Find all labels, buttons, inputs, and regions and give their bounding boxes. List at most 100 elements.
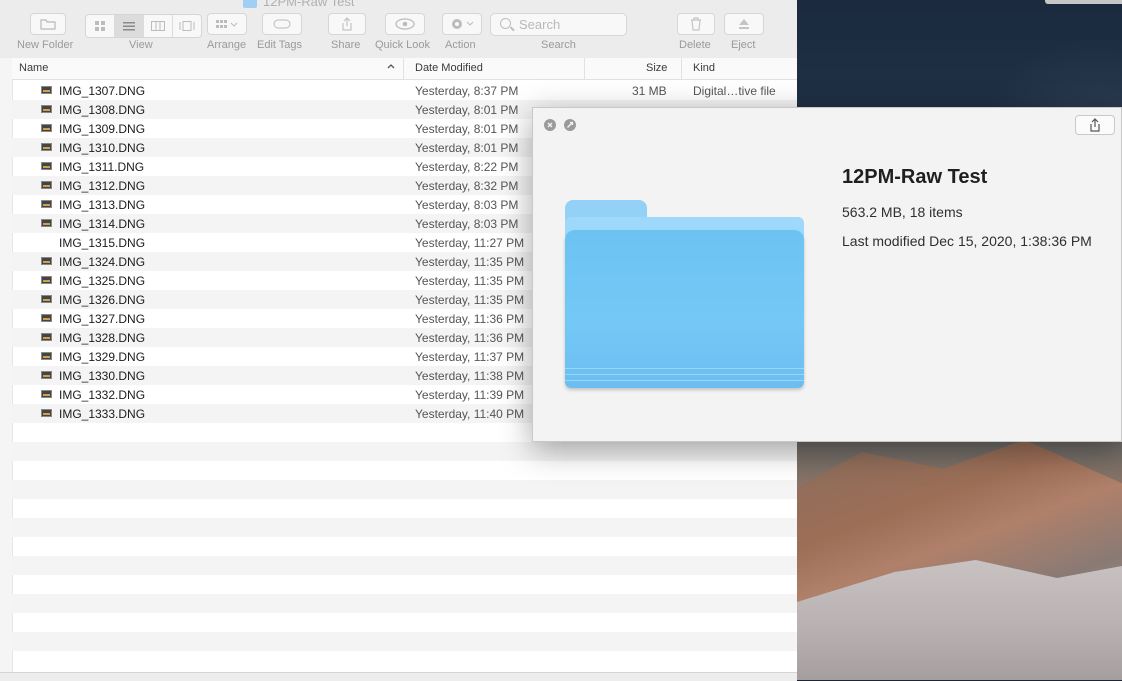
column-view-button[interactable]	[144, 15, 173, 37]
file-name: IMG_1310.DNG	[59, 141, 146, 155]
image-file-icon	[41, 390, 52, 398]
image-file-icon	[41, 181, 52, 189]
quick-look-panel: 12PM-Raw Test 563.2 MB, 18 items Last mo…	[532, 107, 1122, 442]
share-button[interactable]	[328, 13, 366, 35]
list-view-button[interactable]	[115, 15, 144, 37]
image-file-icon	[41, 352, 52, 360]
image-file-icon	[41, 295, 52, 303]
column-date-header[interactable]: Date Modified	[415, 62, 483, 74]
file-date: Yesterday, 11:35 PM	[415, 255, 525, 269]
column-header: Name Date Modified Size Kind	[12, 58, 797, 80]
column-divider[interactable]	[584, 58, 585, 79]
edit-tags-label: Edit Tags	[257, 39, 303, 51]
file-date: Yesterday, 11:36 PM	[415, 331, 525, 345]
window-title: 12PM-Raw Test	[243, 0, 355, 9]
file-date: Yesterday, 8:03 PM	[415, 217, 519, 231]
arrange-button[interactable]	[207, 13, 247, 35]
empty-row	[12, 480, 797, 499]
image-file-icon	[41, 124, 52, 132]
column-size-header[interactable]: Size	[646, 62, 667, 74]
column-view-icon	[151, 21, 165, 31]
quick-look-share-button[interactable]	[1075, 115, 1115, 135]
empty-row	[12, 594, 797, 613]
arrange-icon	[216, 20, 238, 28]
action-button[interactable]	[442, 13, 482, 35]
list-view-icon	[123, 22, 135, 31]
empty-row	[12, 613, 797, 632]
file-row[interactable]: IMG_1307.DNG Yesterday, 8:37 PM 31 MB Digit…	[12, 81, 797, 100]
folder-preview-front	[565, 230, 804, 388]
empty-row	[12, 556, 797, 575]
new-folder-button[interactable]	[30, 13, 66, 35]
new-folder-icon	[40, 19, 56, 30]
view-label: View	[129, 39, 153, 51]
share-icon	[1090, 118, 1100, 132]
image-file-icon	[41, 276, 52, 284]
file-date: Yesterday, 8:01 PM	[415, 103, 519, 117]
column-divider[interactable]	[681, 58, 682, 79]
quick-look-button[interactable]	[385, 13, 425, 35]
file-name: IMG_1332.DNG	[59, 388, 146, 402]
image-file-icon	[41, 333, 52, 341]
file-date: Yesterday, 11:35 PM	[415, 293, 525, 307]
file-name: IMG_1307.DNG	[59, 84, 146, 98]
share-icon	[342, 17, 352, 31]
empty-row	[12, 442, 797, 461]
file-date: Yesterday, 8:32 PM	[415, 179, 519, 193]
column-divider[interactable]	[403, 58, 404, 79]
eject-icon	[739, 19, 749, 29]
desktop-menu-edge	[1045, 0, 1122, 4]
window-title-text: 12PM-Raw Test	[263, 0, 355, 9]
file-date: Yesterday, 11:35 PM	[415, 274, 525, 288]
image-file-icon	[41, 314, 52, 322]
search-icon	[500, 18, 511, 29]
file-name: IMG_1314.DNG	[59, 217, 146, 231]
file-date: Yesterday, 8:01 PM	[415, 122, 519, 136]
arrange-label: Arrange	[207, 39, 247, 51]
gallery-view-button[interactable]	[173, 15, 201, 37]
new-folder-label: New Folder	[17, 39, 74, 51]
file-name: IMG_1333.DNG	[59, 407, 146, 421]
file-size: 31 MB	[632, 84, 667, 98]
search-label: Search	[541, 39, 576, 51]
file-date: Yesterday, 8:01 PM	[415, 141, 519, 155]
delete-button[interactable]	[677, 13, 715, 35]
edit-tags-button[interactable]	[262, 13, 302, 35]
image-file-icon	[41, 409, 52, 417]
eye-icon	[395, 18, 415, 30]
gear-icon	[452, 19, 474, 29]
icon-view-button[interactable]	[86, 15, 115, 37]
close-icon	[547, 122, 553, 128]
empty-row	[12, 632, 797, 651]
image-file-icon	[41, 105, 52, 113]
image-file-icon	[41, 219, 52, 227]
empty-row	[12, 575, 797, 594]
folder-preview-line	[565, 368, 804, 369]
eject-label: Eject	[731, 39, 756, 51]
file-name: IMG_1308.DNG	[59, 103, 146, 117]
fullscreen-button[interactable]	[564, 119, 576, 131]
trash-icon	[691, 17, 701, 31]
file-name: IMG_1325.DNG	[59, 274, 146, 288]
preview-title: 12PM-Raw Test	[842, 166, 988, 188]
close-button[interactable]	[544, 119, 556, 131]
folder-preview-line	[565, 374, 804, 375]
column-kind-header[interactable]: Kind	[693, 62, 715, 74]
column-name-header[interactable]: Name	[19, 62, 48, 74]
file-name: IMG_1309.DNG	[59, 122, 146, 136]
empty-row	[12, 499, 797, 518]
file-name: IMG_1329.DNG	[59, 350, 146, 364]
eject-button[interactable]	[724, 13, 764, 35]
view-segmented-control[interactable]	[85, 14, 202, 38]
empty-row	[12, 461, 797, 480]
file-name: IMG_1327.DNG	[59, 312, 146, 326]
fullscreen-icon	[567, 121, 574, 128]
action-label: Action	[445, 39, 476, 51]
share-label: Share	[331, 39, 361, 51]
file-date: Yesterday, 11:37 PM	[415, 350, 525, 364]
tag-icon	[273, 19, 291, 29]
file-date: Yesterday, 8:03 PM	[415, 198, 519, 212]
image-file-icon	[41, 257, 52, 265]
sort-ascending-icon	[386, 61, 396, 74]
search-field[interactable]: Search	[490, 13, 627, 36]
